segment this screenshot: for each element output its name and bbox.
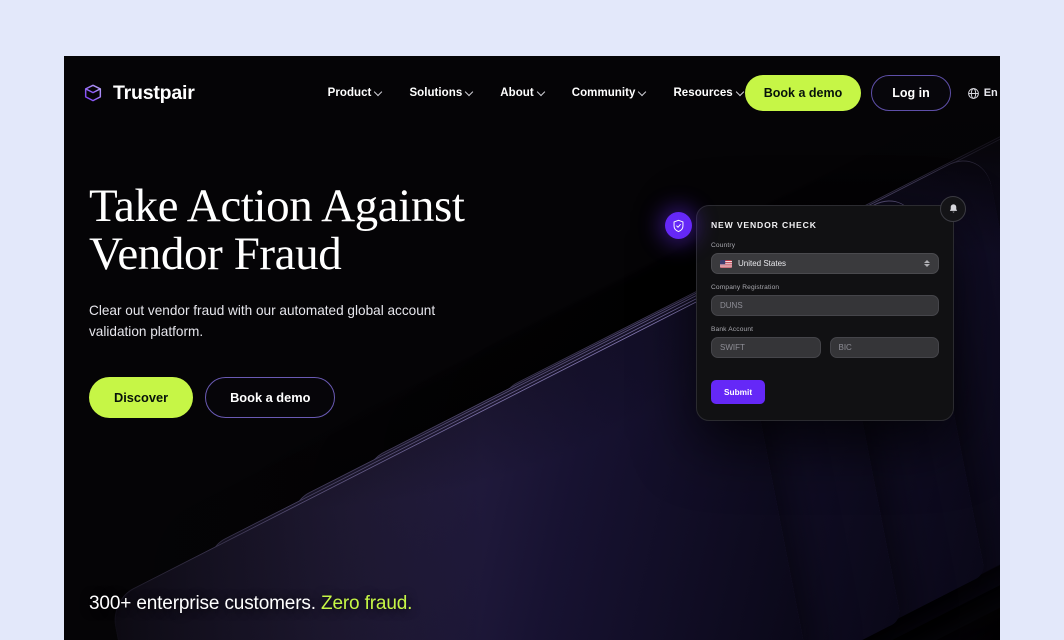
hero-section: Take Action Against Vendor Fraud Clear o… [89, 182, 559, 418]
stepper-arrows-icon [924, 260, 930, 267]
company-registration-field-group: Company Registration DUNS [711, 284, 939, 316]
swift-placeholder: SWIFT [720, 343, 745, 352]
chevron-down-icon [538, 88, 546, 96]
bank-account-inputs-row: SWIFT BIC [711, 337, 939, 358]
navbar-actions: Book a demo Log in En [744, 75, 1000, 111]
bank-account-label: Bank Account [711, 326, 754, 333]
chevron-down-icon [375, 88, 383, 96]
nav-item-label: Product [327, 87, 372, 99]
site-frame: Trustpair Product Solutions About Commun… [64, 56, 1000, 640]
top-navigation-bar: Trustpair Product Solutions About Commun… [64, 56, 1000, 130]
cube-logo-icon [84, 84, 102, 102]
chevron-down-icon [466, 88, 474, 96]
vendor-card-title: NEW VENDOR CHECK [711, 220, 817, 230]
country-select[interactable]: United States [711, 253, 939, 274]
country-field-group: Country United States [711, 242, 939, 274]
new-vendor-check-card: NEW VENDOR CHECK Country United States C… [696, 205, 954, 421]
page-title: Take Action Against Vendor Fraud [89, 182, 559, 278]
swift-input[interactable]: SWIFT [711, 337, 821, 358]
nav-item-label: Resources [673, 87, 733, 99]
nav-item-label: About [500, 87, 534, 99]
customer-proof-line: 300+ enterprise customers. Zero fraud. [89, 593, 412, 615]
book-demo-button[interactable]: Book a demo [744, 75, 862, 111]
language-selector[interactable]: En [967, 87, 1000, 100]
brand-logo[interactable]: Trustpair [82, 82, 195, 105]
hero-subtitle: Clear out vendor fraud with our automate… [89, 303, 436, 339]
chevron-down-icon [737, 88, 745, 96]
discover-button[interactable]: Discover [89, 377, 194, 418]
primary-nav-links: Product Solutions About Community Resour… [328, 87, 745, 99]
nav-item-resources[interactable]: Resources [673, 87, 744, 99]
notification-badge[interactable] [940, 196, 966, 222]
globe-icon [967, 87, 979, 99]
background-accent-stripe [312, 526, 416, 640]
nav-item-label: Community [571, 87, 636, 99]
bell-icon [949, 204, 957, 213]
hero-heading-line-1: Take Action Against [89, 180, 465, 232]
bic-input[interactable]: BIC [829, 337, 939, 358]
language-label: En [983, 87, 998, 99]
company-registration-input[interactable]: DUNS [711, 295, 939, 316]
nav-item-about[interactable]: About [500, 87, 545, 99]
brand-name: Trustpair [113, 81, 195, 104]
hero-book-demo-button[interactable]: Book a demo [205, 377, 336, 418]
background-accent-stripe [416, 471, 526, 640]
bic-placeholder: BIC [838, 343, 852, 352]
country-label: Country [711, 242, 736, 249]
bank-account-field-group: Bank Account SWIFT BIC [711, 326, 939, 358]
nav-item-community[interactable]: Community [572, 87, 648, 99]
login-button[interactable]: Log in [871, 75, 951, 111]
us-flag-icon [720, 259, 732, 268]
country-value: United States [738, 259, 787, 268]
nav-item-label: Solutions [409, 87, 463, 99]
company-registration-label: Company Registration [711, 284, 780, 291]
nav-item-solutions[interactable]: Solutions [409, 87, 474, 99]
customer-proof-plain: 300+ enterprise customers. [89, 593, 316, 614]
shield-icon [673, 219, 684, 232]
chevron-down-icon [639, 88, 647, 96]
hero-cta-group: Discover Book a demo [89, 377, 559, 418]
company-registration-placeholder: DUNS [720, 301, 743, 310]
nav-item-product[interactable]: Product [328, 87, 384, 99]
background-accent-stripe [534, 400, 648, 640]
hero-heading-line-2: Vendor Fraud [89, 228, 342, 280]
submit-button[interactable]: Submit [711, 380, 766, 404]
customer-proof-accent: Zero fraud. [321, 593, 413, 614]
shield-badge [665, 212, 692, 239]
